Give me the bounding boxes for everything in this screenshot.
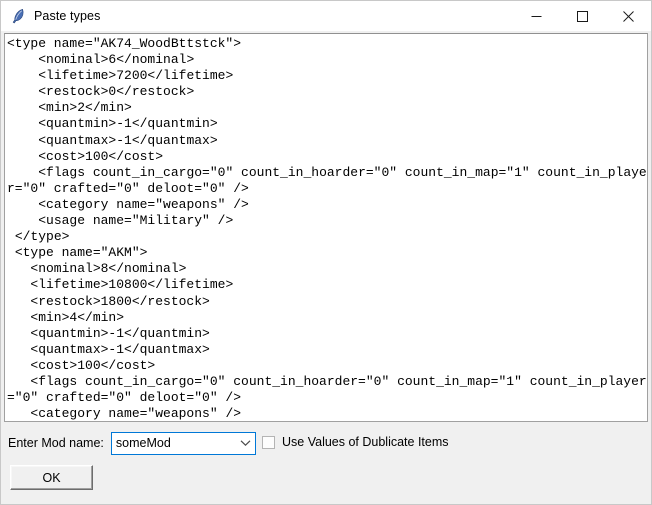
minimize-icon bbox=[531, 15, 541, 17]
paste-types-dialog: Paste types <type name="AK74_WoodBttstck… bbox=[0, 0, 652, 505]
mod-name-combobox[interactable]: someMod bbox=[110, 431, 256, 455]
maximize-icon bbox=[576, 10, 588, 22]
duplicate-items-checkbox-label: Use Values of Dublicate Items bbox=[282, 435, 449, 449]
maximize-button[interactable] bbox=[559, 1, 605, 31]
mod-name-label: Enter Mod name: bbox=[8, 436, 104, 450]
close-button[interactable] bbox=[605, 1, 651, 31]
chevron-down-icon[interactable] bbox=[237, 433, 255, 454]
minimize-button[interactable] bbox=[513, 1, 559, 31]
window-title: Paste types bbox=[34, 9, 101, 23]
ok-button[interactable]: OK bbox=[10, 465, 93, 490]
close-icon bbox=[622, 10, 634, 22]
window-controls bbox=[513, 1, 651, 31]
types-xml-textarea[interactable]: <type name="AK74_WoodBttstck"> <nominal>… bbox=[4, 33, 648, 422]
title-bar: Paste types bbox=[1, 1, 651, 31]
mod-name-row: Enter Mod name: someMod bbox=[8, 431, 256, 455]
duplicate-items-checkbox-row[interactable]: Use Values of Dublicate Items bbox=[262, 435, 449, 449]
types-xml-content[interactable]: <type name="AK74_WoodBttstck"> <nominal>… bbox=[5, 34, 647, 421]
duplicate-items-checkbox[interactable] bbox=[262, 435, 275, 449]
feather-quill-icon bbox=[9, 7, 27, 25]
mod-name-input[interactable]: someMod bbox=[112, 436, 237, 450]
dialog-footer: Enter Mod name: someMod Use Values of Du… bbox=[1, 422, 651, 504]
